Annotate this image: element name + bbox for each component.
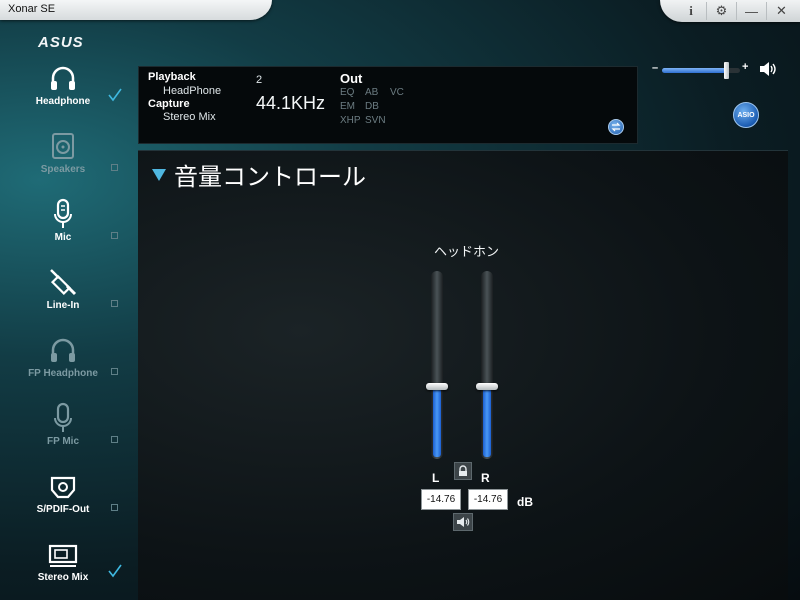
left-volume-fill [433, 387, 441, 457]
settings-button[interactable]: ⚙ [706, 2, 736, 20]
channel-count: 2 [256, 74, 263, 86]
checkbox[interactable] [111, 504, 118, 511]
volume-control-panel: 音量コントロール ヘッドホン L R -14.76 -14.76 dB [138, 150, 788, 600]
sidebar-item-label: Stereo Mix [37, 572, 89, 583]
section-title: 音量コントロール [174, 163, 366, 191]
mute-button[interactable] [453, 513, 473, 531]
asus-logo: ASUS [38, 34, 84, 51]
fx-eq: EQ [340, 87, 355, 98]
collapse-triangle-icon[interactable] [152, 168, 166, 181]
sidebar-item-label: FP Headphone [28, 368, 98, 379]
checkbox[interactable] [111, 436, 118, 443]
window-controls: i ⚙ — ✕ [660, 0, 800, 22]
left-channel-label: L [432, 471, 440, 485]
sidebar-item-fp-mic[interactable]: FP Mic [0, 396, 136, 464]
out-label: Out [340, 71, 363, 86]
playback-device: HeadPhone [163, 85, 222, 97]
left-db-field[interactable]: -14.76 [421, 489, 461, 510]
volume-plus[interactable]: + [742, 61, 748, 73]
fx-ab: AB [365, 87, 379, 98]
sidebar-item-headphone[interactable]: Headphone [0, 56, 136, 124]
master-volume-knob[interactable] [723, 62, 729, 79]
check-icon[interactable] [108, 564, 122, 578]
device-name: ヘッドホン [434, 245, 500, 260]
capture-device: Stereo Mix [163, 111, 216, 123]
sidebar-item-spdif-out[interactable]: S/PDIF-Out [0, 464, 136, 532]
app-title: Xonar SE [8, 3, 56, 15]
sidebar-item-speakers[interactable]: Speakers [0, 124, 136, 192]
fx-svn: SVN [365, 115, 386, 126]
sidebar-item-label: Mic [54, 232, 72, 243]
db-unit: dB [517, 495, 533, 509]
checkbox[interactable] [111, 368, 118, 375]
left-volume-slider[interactable] [431, 271, 443, 459]
right-volume-knob[interactable] [476, 383, 498, 391]
checkbox[interactable] [111, 164, 118, 171]
check-icon[interactable] [108, 88, 122, 102]
headphone-icon [47, 334, 79, 366]
speaker-icon [457, 517, 470, 527]
sidebar-item-label: FP Mic [46, 436, 80, 447]
speaker-volume-icon[interactable] [758, 61, 778, 77]
fx-xhp: XHP [340, 115, 361, 126]
swap-button[interactable] [608, 119, 624, 135]
sidebar-item-stereo-mix[interactable]: Stereo Mix [0, 532, 136, 600]
info-icon: i [689, 3, 693, 18]
sidebar-item-label: Speakers [40, 164, 86, 175]
fx-em: EM [340, 101, 355, 112]
mic-icon [47, 402, 79, 434]
minimize-button[interactable]: — [736, 2, 766, 20]
spdif-icon [47, 470, 79, 502]
checkbox[interactable] [111, 300, 118, 307]
sidebar-item-fp-headphone[interactable]: FP Headphone [0, 328, 136, 396]
fx-db: DB [365, 101, 379, 112]
right-volume-fill [483, 387, 491, 457]
volume-minus[interactable]: – [652, 62, 658, 74]
gear-icon: ⚙ [715, 3, 728, 18]
sidebar: Headphone Speakers Mic Line-In FP Headph… [0, 56, 136, 600]
close-button[interactable]: ✕ [766, 2, 796, 20]
close-icon: ✕ [776, 3, 787, 18]
mic-icon [47, 198, 79, 230]
info-button[interactable]: i [676, 2, 706, 20]
sample-rate: 44.1KHz [256, 93, 326, 113]
speaker-icon [47, 130, 79, 162]
sidebar-item-label: Headphone [35, 96, 91, 107]
master-volume-slider[interactable] [662, 62, 740, 79]
checkbox[interactable] [111, 232, 118, 239]
master-volume-fill [662, 68, 726, 73]
right-channel-label: R [481, 471, 490, 485]
sidebar-item-mic[interactable]: Mic [0, 192, 136, 260]
line-in-jack-icon [47, 266, 79, 298]
swap-icon [611, 122, 621, 132]
playback-label: Playback [148, 71, 196, 83]
capture-label: Capture [148, 98, 190, 110]
section-header[interactable]: 音量コントロール [152, 157, 366, 192]
right-db-field[interactable]: -14.76 [468, 489, 508, 510]
title-bar: Xonar SE [0, 0, 272, 20]
sidebar-item-label: Line-In [46, 300, 80, 311]
sidebar-item-line-in[interactable]: Line-In [0, 260, 136, 328]
sidebar-item-label: S/PDIF-Out [36, 504, 90, 515]
fx-vc: VC [390, 87, 404, 98]
left-volume-knob[interactable] [426, 383, 448, 391]
lock-button[interactable] [454, 462, 472, 480]
asio-button[interactable]: ASIO [733, 102, 759, 128]
stereo-mix-icon [47, 538, 79, 570]
minimize-icon: — [745, 3, 758, 19]
headphone-icon [47, 62, 79, 94]
device-info-panel: Playback HeadPhone Capture Stereo Mix 2 … [138, 66, 638, 144]
lock-icon [459, 465, 467, 476]
right-volume-slider[interactable] [481, 271, 493, 459]
